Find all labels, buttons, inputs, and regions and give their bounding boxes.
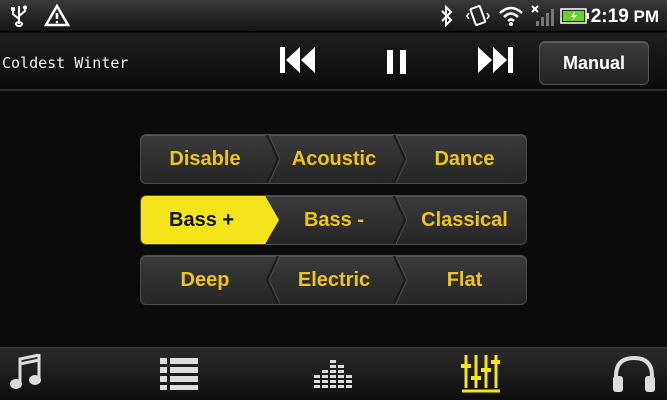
preset-bass-plus[interactable]: Bass + (141, 196, 279, 244)
preset-disable[interactable]: Disable (141, 135, 269, 183)
music-note-icon[interactable] (8, 354, 42, 392)
warning-icon (44, 4, 70, 27)
previous-track-icon[interactable] (278, 45, 318, 75)
clock: 2:19 PM (591, 6, 659, 28)
status-bar: 2:19 PM (0, 0, 667, 32)
sliders-icon[interactable] (460, 354, 500, 394)
list-icon[interactable] (160, 358, 200, 390)
player-bar: Coldest Winter Manual (0, 33, 667, 91)
bluetooth-icon (441, 5, 453, 27)
preset-bass-minus[interactable]: Bass - (270, 196, 398, 244)
preset-row-2: Bass + Bass - Classical (140, 195, 527, 245)
song-title: Coldest Winter (2, 54, 129, 72)
preset-row-1: Disable Acoustic Dance (140, 134, 527, 184)
usb-icon (11, 5, 27, 27)
bottom-nav (0, 347, 667, 400)
clock-ampm: PM (633, 7, 660, 26)
preset-electric[interactable]: Electric (270, 256, 398, 304)
signal-icon (531, 5, 554, 26)
clock-time: 2:19 (590, 6, 629, 27)
preset-acoustic[interactable]: Acoustic (270, 135, 398, 183)
preset-dance[interactable]: Dance (401, 135, 526, 183)
preset-row-3: Deep Electric Flat (140, 255, 527, 305)
pause-icon[interactable] (385, 48, 409, 76)
preset-flat[interactable]: Flat (401, 256, 526, 304)
vibrate-icon (466, 5, 490, 26)
headphones-icon[interactable] (611, 354, 657, 394)
battery-charging-icon (560, 8, 589, 24)
next-track-icon[interactable] (475, 45, 515, 75)
preset-deep[interactable]: Deep (141, 256, 269, 304)
manual-mode-button[interactable]: Manual (539, 41, 649, 85)
equalizer-bars-icon[interactable] (314, 356, 354, 392)
wifi-icon (499, 6, 523, 26)
preset-classical[interactable]: Classical (401, 196, 526, 244)
